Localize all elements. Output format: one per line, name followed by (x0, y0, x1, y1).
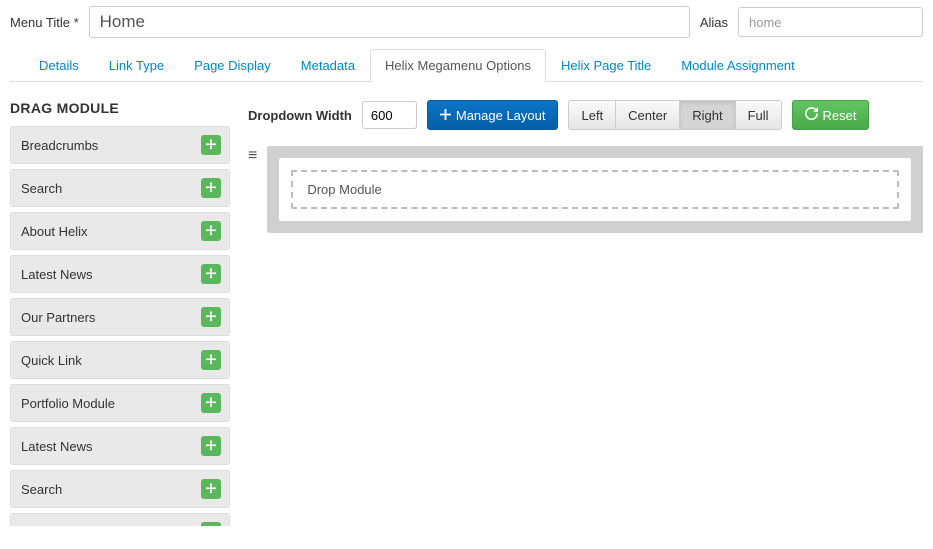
move-icon[interactable] (201, 350, 221, 370)
tab-helix-megamenu-options[interactable]: Helix Megamenu Options (370, 49, 546, 82)
plus-icon (440, 108, 451, 123)
module-item-label: Information (21, 525, 86, 527)
module-item[interactable]: Information (10, 513, 230, 526)
drop-zone[interactable]: Drop Module (291, 170, 899, 209)
move-icon[interactable] (201, 522, 221, 526)
module-list[interactable]: Breadcrumbs Search About Helix Latest News O… (10, 126, 230, 526)
module-item-label: Our Partners (21, 310, 95, 325)
menu-title-label: Menu Title * (10, 15, 79, 30)
tab-metadata[interactable]: Metadata (286, 49, 370, 82)
module-item-label: Portfolio Module (21, 396, 115, 411)
move-icon[interactable] (201, 221, 221, 241)
module-item-label: About Helix (21, 224, 87, 239)
move-icon[interactable] (201, 479, 221, 499)
tab-link-type[interactable]: Link Type (94, 49, 179, 82)
align-center-button[interactable]: Center (615, 100, 680, 130)
move-icon[interactable] (201, 393, 221, 413)
move-icon[interactable] (201, 135, 221, 155)
tab-details[interactable]: Details (24, 49, 94, 82)
module-item[interactable]: Our Partners (10, 298, 230, 336)
drag-module-title: DRAG MODULE (10, 100, 230, 116)
module-item[interactable]: Search (10, 470, 230, 508)
align-full-button[interactable]: Full (735, 100, 782, 130)
tab-helix-page-title[interactable]: Helix Page Title (546, 49, 666, 82)
module-item[interactable]: About Helix (10, 212, 230, 250)
module-item-label: Latest News (21, 439, 93, 454)
move-icon[interactable] (201, 436, 221, 456)
module-item[interactable]: Search (10, 169, 230, 207)
module-item-label: Search (21, 181, 62, 196)
tabs: DetailsLink TypePage DisplayMetadataHeli… (10, 48, 923, 82)
drag-handle-icon[interactable]: ≡ (248, 146, 257, 164)
dropdown-width-label: Dropdown Width (248, 108, 352, 123)
module-item[interactable]: Breadcrumbs (10, 126, 230, 164)
tab-module-assignment[interactable]: Module Assignment (666, 49, 809, 82)
manage-layout-button[interactable]: Manage Layout (427, 100, 559, 130)
module-item[interactable]: Portfolio Module (10, 384, 230, 422)
move-icon[interactable] (201, 264, 221, 284)
module-item-label: Latest News (21, 267, 93, 282)
module-item-label: Quick Link (21, 353, 82, 368)
reset-label: Reset (823, 108, 857, 123)
module-item[interactable]: Latest News (10, 255, 230, 293)
module-item[interactable]: Latest News (10, 427, 230, 465)
refresh-icon (805, 107, 818, 123)
menu-title-input[interactable] (89, 6, 690, 38)
move-icon[interactable] (201, 178, 221, 198)
layout-column: Drop Module (279, 158, 911, 221)
dropdown-width-input[interactable] (362, 101, 417, 129)
alias-label: Alias (700, 15, 728, 30)
align-left-button[interactable]: Left (568, 100, 616, 130)
alignment-group: LeftCenterRightFull (568, 100, 781, 130)
reset-button[interactable]: Reset (792, 100, 870, 130)
move-icon[interactable] (201, 307, 221, 327)
module-item-label: Breadcrumbs (21, 138, 98, 153)
manage-layout-label: Manage Layout (456, 108, 546, 123)
module-item[interactable]: Quick Link (10, 341, 230, 379)
module-item-label: Search (21, 482, 62, 497)
layout-row: Drop Module (267, 146, 923, 233)
align-right-button[interactable]: Right (679, 100, 735, 130)
tab-page-display[interactable]: Page Display (179, 49, 286, 82)
alias-input[interactable] (738, 7, 923, 37)
